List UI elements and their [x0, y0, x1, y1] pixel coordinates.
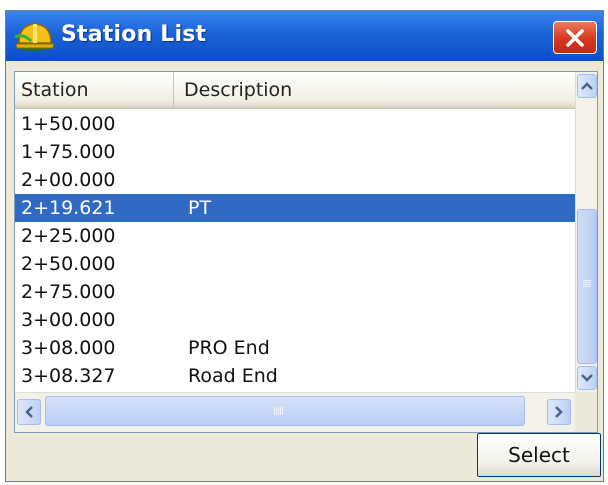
- vertical-scrollbar[interactable]: [575, 72, 597, 392]
- list-item[interactable]: 2+75.000: [15, 278, 575, 306]
- scroll-up-button[interactable]: [577, 74, 597, 98]
- description-value: Road End: [188, 365, 278, 387]
- station-value: 2+50.000: [21, 253, 116, 275]
- vertical-scroll-thumb[interactable]: [577, 209, 597, 364]
- scroll-left-button[interactable]: [17, 399, 41, 425]
- list-item[interactable]: 2+00.000: [15, 166, 575, 194]
- scroll-down-button[interactable]: [577, 366, 597, 390]
- chevron-left-icon: [25, 406, 33, 418]
- horizontal-scroll-thumb[interactable]: [45, 396, 525, 426]
- select-button[interactable]: Select: [477, 433, 601, 477]
- list-item[interactable]: 1+75.000: [15, 138, 575, 166]
- station-value: 2+19.621: [21, 197, 116, 219]
- station-value: 3+08.000: [21, 337, 116, 359]
- helmet-icon: [14, 23, 55, 51]
- station-value: 2+75.000: [21, 281, 116, 303]
- list-item[interactable]: 2+25.000: [15, 222, 575, 250]
- chevron-up-icon: [581, 82, 593, 90]
- close-button[interactable]: [553, 21, 597, 54]
- list-header: Station Description: [15, 72, 575, 109]
- station-value: 2+25.000: [21, 225, 116, 247]
- description-value: PRO End: [188, 337, 270, 359]
- column-header-station[interactable]: Station: [15, 72, 174, 108]
- list-item[interactable]: 3+00.000: [15, 306, 575, 334]
- list-item-selected[interactable]: 2+19.621 PT: [15, 194, 575, 222]
- list-item[interactable]: 2+50.000: [15, 250, 575, 278]
- scrollbar-corner: [575, 392, 597, 432]
- description-value: PT: [188, 197, 212, 219]
- scroll-right-button[interactable]: [547, 399, 571, 425]
- station-value: 3+08.327: [21, 365, 116, 387]
- chevron-down-icon: [581, 374, 593, 382]
- column-header-description[interactable]: Description: [174, 72, 575, 108]
- close-icon: [566, 28, 584, 47]
- station-value: 1+75.000: [21, 141, 116, 163]
- title-bar: Station List: [6, 11, 603, 61]
- list-item[interactable]: 3+08.327 Road End: [15, 362, 575, 390]
- station-value: 1+50.000: [21, 113, 116, 135]
- window-title: Station List: [61, 22, 207, 47]
- station-value: 2+00.000: [21, 169, 116, 191]
- list-item[interactable]: 3+08.000 PRO End: [15, 334, 575, 362]
- station-list-window: Station List Station Description 1+50.00…: [5, 10, 604, 482]
- station-value: 3+00.000: [21, 309, 116, 331]
- station-list[interactable]: Station Description 1+50.000 1+75.000 2+…: [14, 71, 598, 433]
- horizontal-scrollbar[interactable]: [15, 392, 575, 432]
- list-item[interactable]: 1+50.000: [15, 110, 575, 138]
- chevron-right-icon: [555, 406, 563, 418]
